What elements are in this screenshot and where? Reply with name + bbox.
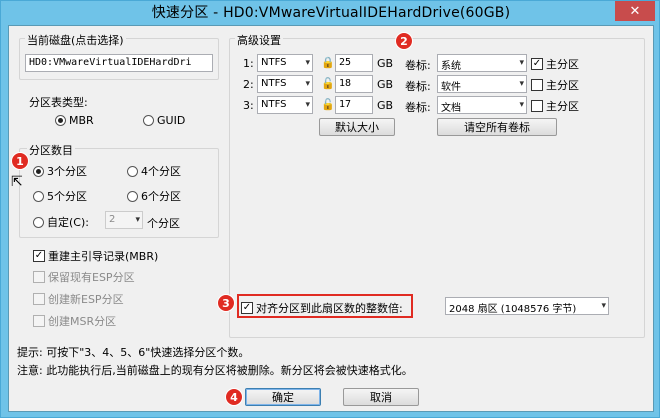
close-icon: ✕ [629, 3, 641, 19]
callout-badge-2: 2 [395, 32, 413, 50]
row1-fs-select[interactable]: NTFS ▾ [257, 54, 313, 72]
unlock-icon[interactable]: 🔓 [321, 98, 335, 111]
row2-volume-label-text: 卷标: [405, 80, 431, 93]
row2-index: 2: [243, 78, 254, 91]
partition-count-title: 分区数目 [27, 142, 75, 158]
custom-count-suffix: 个分区 [147, 217, 180, 230]
callout-badge-1: 1 [11, 152, 29, 170]
dialog-body: 当前磁盘(点击选择) HD0:VMwareVirtualIDEHardDri 分… [8, 25, 654, 412]
chevron-down-icon: ▾ [305, 100, 310, 110]
custom-count-select[interactable]: 2 ▾ [105, 211, 143, 229]
keep-esp-checkbox[interactable]: 保留现有ESP分区 [33, 269, 135, 285]
row1-volume-label-select[interactable]: 系统 ▾ [437, 54, 527, 72]
callout-badge-4: 4 [225, 388, 243, 406]
row1-primary-checkbox[interactable]: ✓ 主分区 [531, 56, 579, 72]
lock-icon[interactable]: 🔒 [321, 56, 335, 69]
close-button[interactable]: ✕ [615, 1, 655, 21]
unlock-icon[interactable]: 🔓 [321, 77, 335, 90]
radio-5-partitions[interactable]: 5个分区 [33, 188, 87, 204]
chevron-down-icon: ▾ [135, 215, 140, 225]
row1-size-input[interactable]: 25 [335, 54, 373, 72]
check-icon: ✓ [241, 302, 253, 314]
radio-mbr-indicator [55, 115, 66, 126]
rebuild-mbr-checkbox[interactable]: ✓ 重建主引导记录(MBR) [33, 248, 158, 264]
radio-custom-indicator [33, 216, 44, 228]
chevron-down-icon: ▾ [519, 79, 524, 89]
radio-3-partitions[interactable]: 3个分区 [33, 163, 87, 179]
row1-index: 1: [243, 57, 254, 70]
advanced-settings-title: 高级设置 [235, 32, 283, 48]
row3-size-unit: GB [377, 99, 394, 112]
create-esp-checkbox[interactable]: 创建新ESP分区 [33, 291, 124, 307]
align-sector-select[interactable]: 2048 扇区 (1048576 字节) ▾ [445, 297, 609, 315]
check-icon: ✓ [531, 58, 543, 70]
mouse-cursor-icon: ⇱ [11, 174, 23, 190]
cancel-button[interactable]: 取消 [343, 388, 419, 406]
radio-4-partitions[interactable]: 4个分区 [127, 163, 181, 179]
row3-index: 3: [243, 99, 254, 112]
align-checkbox[interactable]: ✓ 对齐分区到此扇区数的整数倍: [241, 300, 403, 316]
row2-primary-checkbox[interactable]: 主分区 [531, 77, 579, 93]
check-icon: ✓ [33, 250, 45, 262]
radio-mbr[interactable]: MBR [55, 114, 94, 127]
clear-labels-button[interactable]: 请空所有卷标 [437, 118, 557, 136]
row2-fs-select[interactable]: NTFS ▾ [257, 75, 313, 93]
radio-guid-indicator [143, 115, 154, 126]
row2-size-unit: GB [377, 78, 394, 91]
quick-partition-window: 快速分区 - HD0:VMwareVirtualIDEHardDrive(60G… [0, 0, 660, 418]
radio-6-partitions[interactable]: 6个分区 [127, 188, 181, 204]
row2-size-input[interactable]: 18 [335, 75, 373, 93]
default-size-button[interactable]: 默认大小 [319, 118, 395, 136]
radio-5-indicator [33, 190, 44, 202]
tip-line-1: 提示: 可按下"3、4、5、6"快速选择分区个数。 [17, 346, 250, 359]
window-title: 快速分区 - HD0:VMwareVirtualIDEHardDrive(60G… [151, 5, 511, 21]
radio-guid[interactable]: GUID [143, 114, 185, 127]
radio-3-indicator [33, 165, 44, 177]
partition-table-label: 分区表类型: [29, 96, 88, 109]
ok-button[interactable]: 确定 [245, 388, 321, 406]
create-msr-checkbox[interactable]: 创建MSR分区 [33, 313, 116, 329]
current-disk-title: 当前磁盘(点击选择) [25, 32, 126, 48]
radio-6-indicator [127, 190, 138, 202]
callout-badge-3: 3 [217, 294, 235, 312]
title-bar: 快速分区 - HD0:VMwareVirtualIDEHardDrive(60G… [1, 1, 660, 23]
current-disk-field[interactable]: HD0:VMwareVirtualIDEHardDri [25, 54, 213, 72]
radio-custom[interactable]: 自定(C): [33, 214, 89, 230]
row3-fs-select[interactable]: NTFS ▾ [257, 96, 313, 114]
chevron-down-icon: ▾ [305, 58, 310, 68]
radio-4-indicator [127, 165, 138, 177]
chevron-down-icon: ▾ [601, 301, 606, 311]
row1-size-unit: GB [377, 57, 394, 70]
chevron-down-icon: ▾ [305, 79, 310, 89]
chevron-down-icon: ▾ [519, 58, 524, 68]
row3-primary-checkbox[interactable]: 主分区 [531, 98, 579, 114]
tip-line-2: 注意: 此功能执行后,当前磁盘上的现有分区将被删除。新分区将会被快速格式化。 [17, 364, 413, 377]
row2-volume-label-select[interactable]: 软件 ▾ [437, 75, 527, 93]
row3-volume-label-text: 卷标: [405, 101, 431, 114]
row3-size-input[interactable]: 17 [335, 96, 373, 114]
row1-volume-label-text: 卷标: [405, 59, 431, 72]
chevron-down-icon: ▾ [519, 100, 524, 110]
row3-volume-label-select[interactable]: 文档 ▾ [437, 96, 527, 114]
